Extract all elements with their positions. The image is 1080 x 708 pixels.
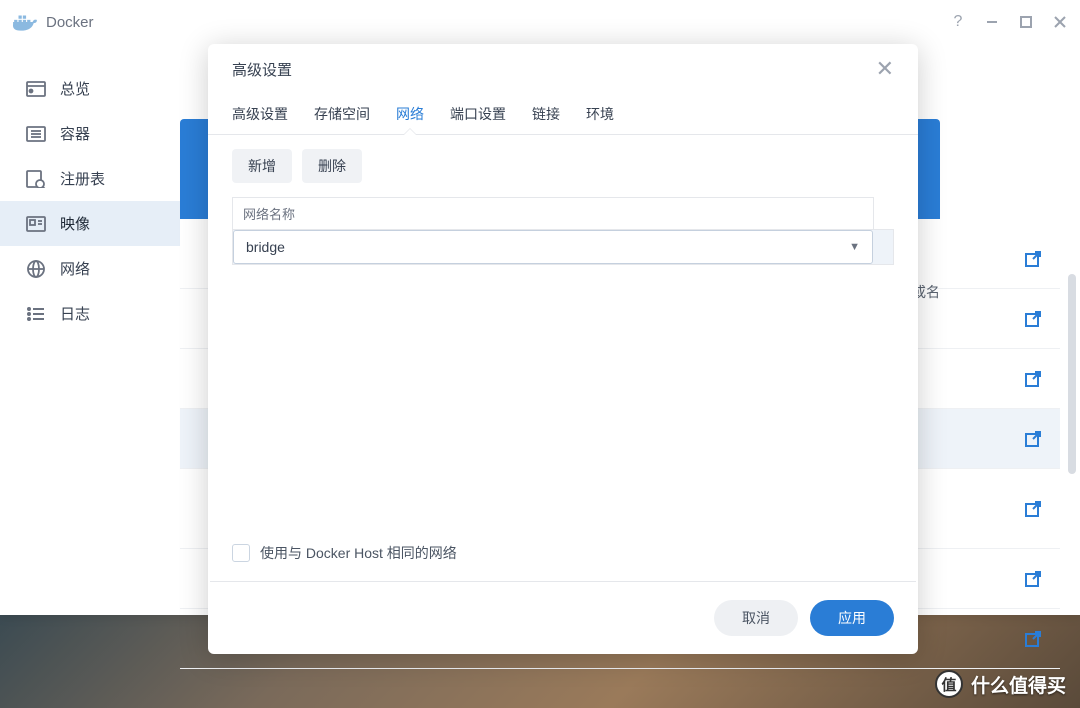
external-link-icon[interactable] — [1024, 370, 1042, 388]
external-link-icon[interactable] — [1024, 310, 1042, 328]
tab-advanced[interactable]: 高级设置 — [232, 94, 288, 134]
advanced-settings-modal: 高级设置 ✕ 高级设置 存储空间 网络 端口设置 链接 环境 新增 删除 网络名… — [208, 44, 918, 654]
sidebar-item-label: 容器 — [60, 123, 90, 144]
window-controls: ? — [950, 14, 1068, 30]
help-icon[interactable]: ? — [950, 14, 966, 30]
external-link-icon[interactable] — [1024, 250, 1042, 268]
sidebar: 总览 容器 注册表 映像 网络 日志 — [0, 44, 180, 615]
modal-tabs: 高级设置 存储空间 网络 端口设置 链接 环境 — [208, 94, 918, 135]
select-value: bridge — [246, 239, 285, 255]
watermark: 值 什么值得买 — [935, 670, 1066, 698]
checkbox-label: 使用与 Docker Host 相同的网络 — [260, 543, 457, 563]
network-select[interactable]: bridge ▼ — [233, 230, 873, 264]
tab-port[interactable]: 端口设置 — [450, 94, 506, 134]
external-link-icon[interactable] — [1024, 630, 1042, 648]
external-link-icon[interactable] — [1024, 570, 1042, 588]
log-icon — [26, 304, 46, 324]
table-column-header: 网络名称 — [232, 197, 874, 229]
network-icon — [26, 259, 46, 279]
docker-logo-icon — [12, 12, 38, 32]
tab-network[interactable]: 网络 — [396, 94, 424, 134]
sidebar-item-label: 映像 — [60, 213, 90, 234]
tab-volume[interactable]: 存储空间 — [314, 94, 370, 134]
sidebar-item-image[interactable]: 映像 — [0, 201, 180, 246]
image-icon — [26, 214, 46, 234]
delete-button[interactable]: 删除 — [302, 149, 362, 183]
watermark-badge: 值 — [935, 670, 963, 698]
maximize-icon[interactable] — [1018, 14, 1034, 30]
watermark-text: 什么值得买 — [971, 671, 1066, 698]
minimize-icon[interactable] — [984, 14, 1000, 30]
add-button[interactable]: 新增 — [232, 149, 292, 183]
modal-content: 网络名称 bridge ▼ — [208, 197, 918, 543]
sidebar-item-log[interactable]: 日志 — [0, 291, 180, 336]
dashboard-icon — [26, 79, 46, 99]
chevron-down-icon: ▼ — [849, 241, 860, 253]
registry-icon — [26, 169, 46, 189]
sidebar-item-label: 总览 — [60, 78, 90, 99]
sidebar-item-registry[interactable]: 注册表 — [0, 156, 180, 201]
modal-header: 高级设置 ✕ — [208, 44, 918, 94]
sidebar-item-label: 注册表 — [60, 168, 105, 189]
external-link-icon[interactable] — [1024, 500, 1042, 518]
tab-environment[interactable]: 环境 — [586, 94, 614, 134]
sidebar-item-overview[interactable]: 总览 — [0, 66, 180, 111]
sidebar-item-container[interactable]: 容器 — [0, 111, 180, 156]
sidebar-item-label: 日志 — [60, 303, 90, 324]
close-icon[interactable] — [1052, 14, 1068, 30]
close-icon[interactable]: ✕ — [876, 56, 894, 82]
modal-actions: 取消 应用 — [208, 582, 918, 654]
window-title: Docker — [46, 14, 94, 31]
sidebar-item-label: 网络 — [60, 258, 90, 279]
container-icon — [26, 124, 46, 144]
host-network-checkbox[interactable] — [232, 544, 250, 562]
tab-links[interactable]: 链接 — [532, 94, 560, 134]
sidebar-item-network[interactable]: 网络 — [0, 246, 180, 291]
modal-title: 高级设置 — [232, 59, 292, 80]
apply-button[interactable]: 应用 — [810, 600, 894, 636]
external-link-icon[interactable] — [1024, 430, 1042, 448]
modal-toolbar: 新增 删除 — [208, 135, 918, 197]
table-row[interactable]: bridge ▼ — [232, 229, 894, 265]
scrollbar[interactable] — [1068, 274, 1076, 474]
cancel-button[interactable]: 取消 — [714, 600, 798, 636]
modal-footer-option: 使用与 Docker Host 相同的网络 — [208, 543, 918, 581]
titlebar: Docker ? — [0, 0, 1080, 44]
